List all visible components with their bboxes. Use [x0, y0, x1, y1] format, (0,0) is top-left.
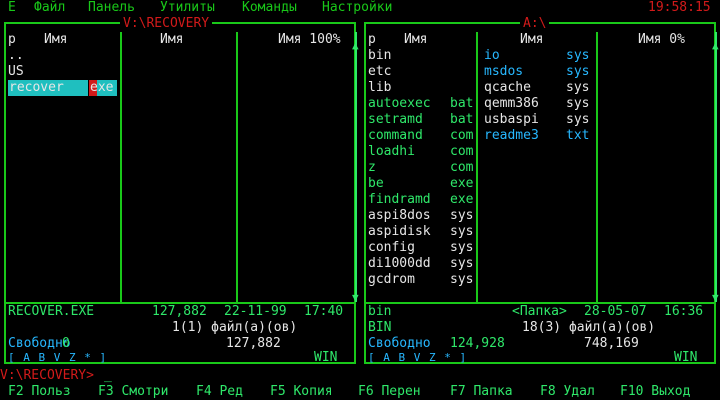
right-col-divider-1	[476, 32, 478, 302]
fkey-f5[interactable]: F5 Копия	[270, 384, 333, 400]
right-selected-upper: BIN	[368, 320, 392, 335]
right-col1-file-ext: com	[450, 160, 474, 175]
command-cursor: _	[104, 368, 112, 383]
fkey-f2[interactable]: F2 Польз	[8, 384, 71, 400]
right-col1-file-item[interactable]: etc	[368, 64, 391, 80]
right-header-name1: Имя	[404, 32, 428, 47]
right-files-count: 18(3) файл(а)(ов)	[522, 320, 656, 335]
right-panel-path: A:\	[520, 16, 550, 32]
fkey-f8[interactable]: F8 Удал	[540, 384, 595, 400]
right-col2-file-item[interactable]: qcache	[484, 80, 531, 96]
right-col1-file-item[interactable]: aspi8dos	[368, 208, 431, 224]
right-col1-file-ext: exe	[450, 192, 474, 207]
fkey-f6[interactable]: F6 Перен	[358, 384, 421, 400]
fkey-f4[interactable]: F4 Ред	[196, 384, 243, 400]
right-col1-file-item[interactable]: autoexec	[368, 96, 431, 112]
right-drive-list[interactable]: [ A B V Z * ]	[368, 350, 467, 366]
right-panel[interactable]: ▲ ▼ A:\ р Имя Имя Имя 0% bin etc lib autoex…	[360, 16, 720, 368]
right-col1-file-ext: exe	[450, 176, 474, 191]
file-item-recover-ext: exe	[90, 80, 114, 95]
right-selected-date: 28-05-07	[584, 304, 647, 319]
left-selected-date: 22-11-99	[224, 304, 287, 319]
left-selected-size: 127,882	[152, 304, 207, 319]
file-item-recover[interactable]: recover	[9, 80, 64, 96]
right-col1-file-item[interactable]: bin	[368, 48, 391, 64]
right-col1-file-ext: sys	[450, 208, 474, 223]
right-col1-file-ext: sys	[450, 224, 474, 239]
menu-e[interactable]: Е	[8, 0, 16, 16]
right-col1-file-item[interactable]: z	[368, 160, 376, 176]
right-col1-file-ext: bat	[450, 96, 474, 111]
left-header-name2: Имя	[160, 32, 184, 47]
left-scrollbar[interactable]	[355, 32, 357, 302]
right-col1-file-item[interactable]: lib	[368, 80, 391, 96]
right-selected-time: 16:36	[664, 304, 704, 319]
right-scrollbar[interactable]	[715, 32, 717, 302]
right-col2-file-item[interactable]: usbaspi	[484, 112, 539, 128]
left-files-size: 127,882	[226, 336, 281, 351]
fkey-f7[interactable]: F7 Папка	[450, 384, 513, 400]
left-header-name3: Имя 100%	[278, 32, 341, 47]
right-col2-file-ext: sys	[566, 80, 590, 95]
scroll-up-icon[interactable]: ▲	[352, 38, 359, 54]
function-key-bar: F2 Польз F3 Смотри F4 Ред F5 Копия F6 Перен F…	[0, 384, 720, 400]
right-col1-file-ext: sys	[450, 272, 474, 287]
left-selected-time: 17:40	[304, 304, 344, 319]
right-selected-info: <Папка>	[512, 304, 567, 319]
right-col1-file-item[interactable]: be	[368, 176, 384, 192]
right-col2-file-item[interactable]: readme3	[484, 128, 539, 144]
right-col1-file-item[interactable]: di1000dd	[368, 256, 431, 272]
right-col2-file-item[interactable]: io	[484, 48, 500, 64]
right-selected-name: bin	[368, 304, 392, 319]
left-col-divider-1	[120, 32, 122, 302]
right-col1-file-ext: com	[450, 144, 474, 159]
right-col2-file-ext: sys	[566, 64, 590, 79]
left-panel[interactable]: ▲ ▼ V:\RECOVERY р Имя Имя Имя 100% .. US…	[0, 16, 360, 368]
right-col1-file-item[interactable]: config	[368, 240, 415, 256]
menu-panel[interactable]: Панель	[88, 0, 135, 16]
right-col2-file-item[interactable]: msdos	[484, 64, 523, 80]
right-col1-file-item[interactable]: command	[368, 128, 423, 144]
menu-settings[interactable]: Настройки	[322, 0, 392, 16]
left-panel-path: V:\RECOVERY	[120, 16, 213, 32]
left-drive-list[interactable]: [ A B V Z * ]	[8, 350, 107, 366]
right-win-label: WIN	[674, 350, 698, 365]
right-header-flag: р	[368, 32, 376, 47]
fkey-f3[interactable]: F3 Смотри	[98, 384, 168, 400]
right-col1-file-item[interactable]: setramd	[368, 112, 423, 128]
left-col-divider-2	[236, 32, 238, 302]
right-header-name2: Имя	[520, 32, 544, 47]
left-files-count: 1(1) файл(а)(ов)	[172, 320, 298, 335]
scroll-up-icon[interactable]: ▲	[712, 38, 719, 54]
left-header-flag: р	[8, 32, 16, 47]
file-item-us[interactable]: US	[8, 64, 24, 80]
right-col1-file-item[interactable]: loadhi	[368, 144, 415, 160]
right-col2-file-ext: txt	[566, 128, 590, 143]
right-col2-file-ext: sys	[566, 96, 590, 111]
right-col-divider-2	[596, 32, 598, 302]
menu-bar: Е Файл Панель Утилиты Команды Настройки …	[0, 0, 720, 16]
command-prompt[interactable]: V:\RECOVERY>	[0, 368, 94, 384]
right-files-size: 748,169	[584, 336, 639, 351]
menu-file[interactable]: Файл	[34, 0, 65, 16]
file-item-parent[interactable]: ..	[8, 48, 24, 64]
clock: 19:58:15	[648, 0, 711, 15]
right-col1-file-item[interactable]: findramd	[368, 192, 431, 208]
fkey-f10[interactable]: F10 Выход	[620, 384, 690, 400]
right-col1-file-ext: sys	[450, 240, 474, 255]
right-col1-file-item[interactable]: gcdrom	[368, 272, 415, 288]
right-col2-file-ext: sys	[566, 48, 590, 63]
right-col1-file-ext: com	[450, 128, 474, 143]
right-col1-file-ext: sys	[450, 256, 474, 271]
left-selected-name: RECOVER.EXE	[8, 304, 95, 319]
menu-utilities[interactable]: Утилиты	[160, 0, 215, 16]
right-col1-file-item[interactable]: aspidisk	[368, 224, 431, 240]
menu-commands[interactable]: Команды	[242, 0, 297, 16]
left-win-label: WIN	[314, 350, 338, 365]
right-col2-file-item[interactable]: qemm386	[484, 96, 539, 112]
right-col1-file-ext: bat	[450, 112, 474, 127]
left-header-name1: Имя	[44, 32, 68, 47]
right-col2-file-ext: sys	[566, 112, 590, 127]
right-header-name3: Имя 0%	[638, 32, 685, 47]
